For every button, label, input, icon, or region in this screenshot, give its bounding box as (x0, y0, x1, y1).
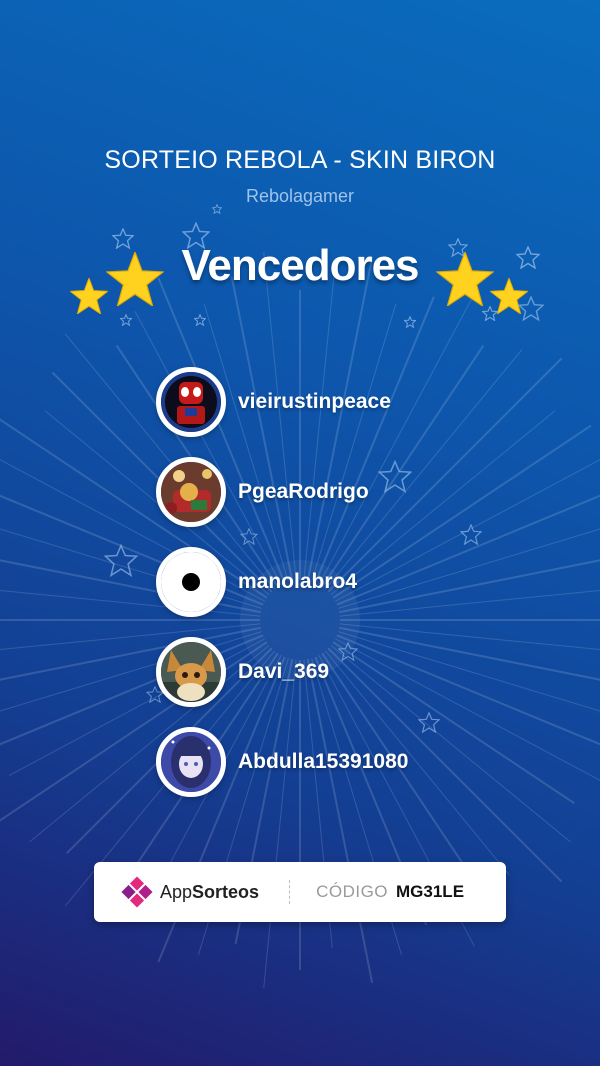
outline-star-icon (460, 524, 482, 545)
winner-name: Davi_369 (238, 660, 330, 683)
outline-star-icon (418, 712, 440, 733)
winner-row[interactable]: PgeaRodrigo (156, 456, 408, 528)
dot-avatar (156, 547, 226, 617)
winner-row[interactable]: manolabro4 (156, 546, 408, 618)
raffle-title: SORTEIO REBOLA - SKIN BIRON (104, 146, 496, 174)
spider-lego-avatar (156, 367, 226, 437)
outline-star-icon (518, 296, 544, 321)
code-label: CÓDIGO (316, 882, 389, 901)
fox-creature-avatar (156, 637, 226, 707)
outline-star-icon (104, 544, 138, 577)
winner-name: vieirustinpeace (238, 390, 391, 413)
outline-star-icon (194, 314, 206, 326)
winners-list: vieirustinpeace PgeaRodrigo manolabro4 D… (156, 366, 408, 816)
outline-star-icon (482, 306, 498, 321)
outline-star-icon (120, 314, 132, 326)
winner-name: PgeaRodrigo (238, 480, 369, 503)
winner-row[interactable]: vieirustinpeace (156, 366, 408, 438)
divider (289, 880, 291, 904)
outline-star-icon (404, 316, 416, 328)
brand-name: AppSorteos (160, 881, 260, 902)
host-name: Rebolagamer (245, 186, 355, 206)
winner-row[interactable]: Abdulla15391080 (156, 726, 408, 798)
anime-girl-avatar (156, 727, 226, 797)
winners-heading: Vencedores (181, 241, 419, 290)
appsorteos-logo-icon (121, 876, 153, 908)
christmas-figure-avatar (156, 457, 226, 527)
winner-row[interactable]: Davi_369 (156, 636, 408, 708)
appsorteos-logo[interactable]: AppSorteos (120, 875, 259, 909)
winner-name: Abdulla15391080 (238, 750, 409, 773)
winner-name: manolabro4 (238, 570, 358, 593)
code-value: MG31LE (396, 882, 465, 901)
footer-card: AppSorteos CÓDIGO MG31LE (94, 862, 506, 922)
